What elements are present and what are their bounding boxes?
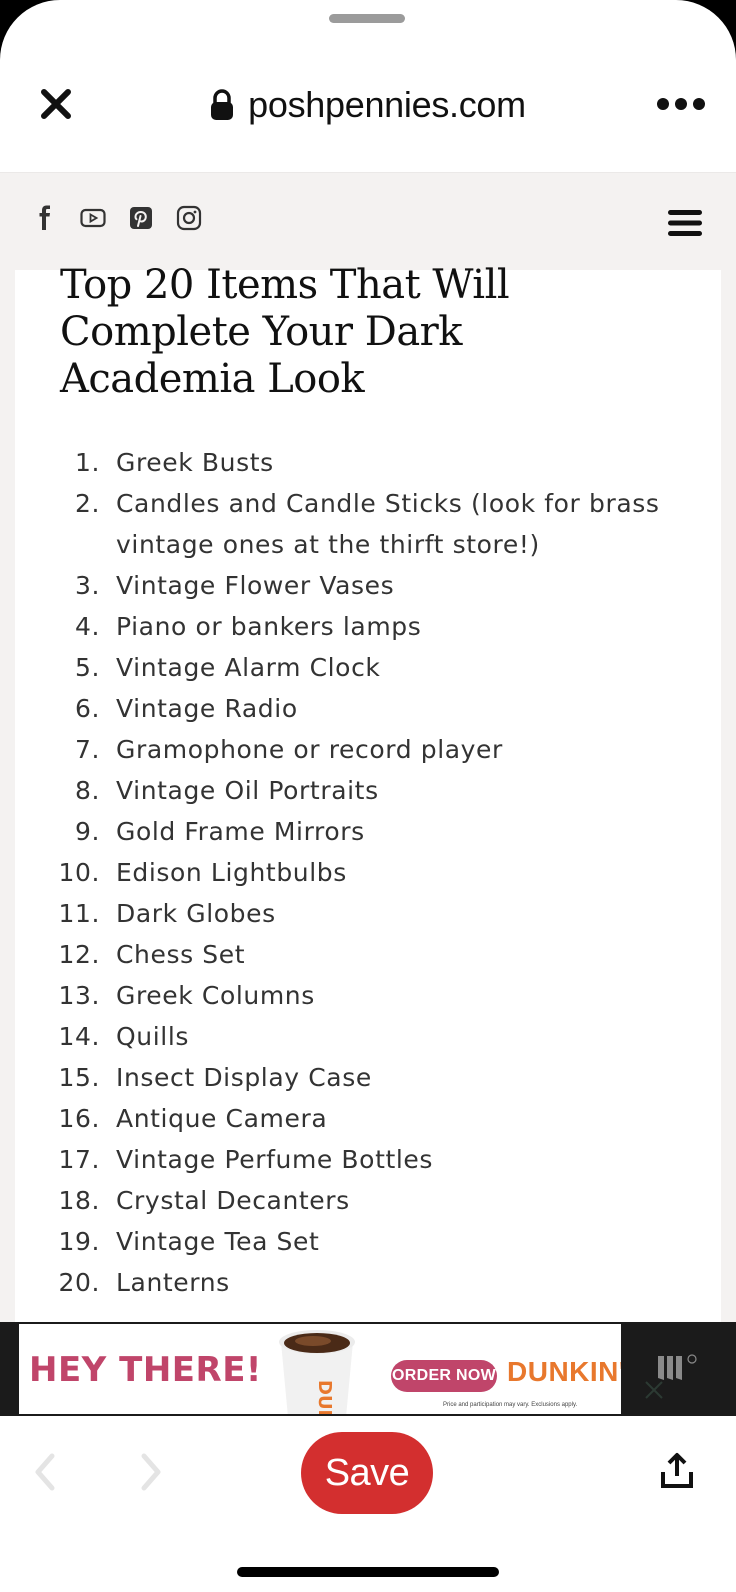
list-item-number: 20. bbox=[58, 1268, 100, 1297]
list-item: 15. Insect Display Case bbox=[50, 1057, 690, 1098]
list-item: 17. Vintage Perfume Bottles bbox=[50, 1139, 690, 1180]
lock-icon bbox=[211, 89, 234, 120]
menu-button[interactable] bbox=[668, 209, 702, 237]
list-item-text: Lanterns bbox=[116, 1268, 230, 1297]
article-title: Top 20 Items That Will Complete Your Dar… bbox=[60, 262, 510, 402]
list-item-number: 15. bbox=[58, 1063, 100, 1092]
url-bar[interactable]: poshpennies.com bbox=[0, 80, 736, 130]
share-button[interactable] bbox=[660, 1452, 694, 1490]
list-item-number: 12. bbox=[58, 940, 100, 969]
youtube-link[interactable] bbox=[80, 205, 106, 231]
ad-brand-logo: DUNKIN' bbox=[507, 1356, 621, 1387]
close-icon bbox=[645, 1381, 663, 1399]
pinterest-icon bbox=[130, 207, 152, 229]
youtube-icon bbox=[80, 208, 106, 228]
browser-sheet: poshpennies.com Top 20 Items That Will C… bbox=[0, 0, 736, 1592]
list-item-number: 5. bbox=[74, 653, 100, 682]
list-item-text: Insect Display Case bbox=[116, 1063, 372, 1092]
hamburger-menu-icon bbox=[668, 210, 702, 236]
more-options-button[interactable] bbox=[656, 92, 706, 116]
list-item-number: 9. bbox=[74, 817, 100, 846]
list-item: 16. Antique Camera bbox=[50, 1098, 690, 1139]
home-indicator[interactable] bbox=[237, 1567, 499, 1577]
url-text: poshpennies.com bbox=[248, 84, 526, 125]
list-item-number: 17. bbox=[58, 1145, 100, 1174]
instagram-icon bbox=[176, 205, 202, 231]
ad-close-button[interactable] bbox=[642, 1378, 666, 1402]
coffee-cup-image: DUN bbox=[279, 1330, 355, 1414]
ad-order-now-button[interactable]: ORDER NOW bbox=[391, 1360, 497, 1392]
list-item-number: 6. bbox=[74, 694, 100, 723]
list-item-number: 19. bbox=[58, 1227, 100, 1256]
pinterest-link[interactable] bbox=[128, 205, 154, 231]
list-item-number: 8. bbox=[74, 776, 100, 805]
list-item: 1. Greek Busts bbox=[50, 442, 690, 483]
ad-fine-print: Price and participation may vary. Exclus… bbox=[443, 1402, 578, 1408]
list-item: 8. Vintage Oil Portraits bbox=[50, 770, 690, 811]
previous-button[interactable] bbox=[30, 1450, 60, 1494]
list-item-text: Vintage Flower Vases bbox=[116, 571, 395, 600]
list-item-number: 13. bbox=[58, 981, 100, 1010]
list-item-number: 10. bbox=[58, 858, 100, 887]
list-item-text: Chess Set bbox=[116, 940, 246, 969]
list-item-text: Greek Columns bbox=[116, 981, 315, 1010]
list-item: 11. Dark Globes bbox=[50, 893, 690, 934]
list-item-number: 14. bbox=[58, 1022, 100, 1051]
list-item: 14. Quills bbox=[50, 1016, 690, 1057]
list-item: 4. Piano or bankers lamps bbox=[50, 606, 690, 647]
list-item-number: 4. bbox=[74, 612, 100, 641]
instagram-link[interactable] bbox=[176, 205, 202, 231]
list-item-number: 18. bbox=[58, 1186, 100, 1215]
list-item-number: 1. bbox=[74, 448, 100, 477]
list-item-text: Vintage Perfume Bottles bbox=[116, 1145, 434, 1174]
list-item-number: 2. bbox=[74, 489, 100, 518]
more-options-icon bbox=[657, 98, 705, 110]
list-item: 18. Crystal Decanters bbox=[50, 1180, 690, 1221]
list-item: 7. Gramophone or record player bbox=[50, 729, 690, 770]
sheet-grabber[interactable] bbox=[329, 14, 405, 23]
chevron-left-icon bbox=[35, 1453, 55, 1491]
item-list: 1. Greek Busts 2. Candles and Candle Sticks… bbox=[50, 442, 690, 1303]
facebook-link[interactable] bbox=[32, 205, 58, 231]
ad-banner[interactable]: HEY THERE! DUN ORDER NOW DUNKIN' Price a… bbox=[19, 1324, 621, 1414]
list-item-text: Edison Lightbulbs bbox=[116, 858, 347, 887]
list-item-text: Piano or bankers lamps bbox=[116, 612, 422, 641]
list-item-number: 16. bbox=[58, 1104, 100, 1133]
list-item-text: Dark Globes bbox=[116, 899, 276, 928]
list-item: 9. Gold Frame Mirrors bbox=[50, 811, 690, 852]
list-item-text: Candles and Candle Sticks (look for bras… bbox=[116, 489, 660, 559]
list-item-number: 11. bbox=[58, 899, 100, 928]
cup-brand-text: DUN bbox=[314, 1380, 335, 1414]
list-item-text: Vintage Oil Portraits bbox=[116, 776, 379, 805]
list-item: 20. Lanterns bbox=[50, 1262, 690, 1303]
list-item-text: Quills bbox=[116, 1022, 189, 1051]
list-item: 13. Greek Columns bbox=[50, 975, 690, 1016]
chevron-right-icon bbox=[141, 1453, 161, 1491]
list-item-number: 7. bbox=[74, 735, 100, 764]
list-item: 5. Vintage Alarm Clock bbox=[50, 647, 690, 688]
list-item-text: Antique Camera bbox=[116, 1104, 328, 1133]
facebook-icon bbox=[39, 205, 50, 230]
list-item: 2. Candles and Candle Sticks (look for br… bbox=[50, 483, 690, 565]
list-item-text: Crystal Decanters bbox=[116, 1186, 350, 1215]
list-item-text: Greek Busts bbox=[116, 448, 274, 477]
list-item: 3. Vintage Flower Vases bbox=[50, 565, 690, 606]
list-item-text: Vintage Radio bbox=[116, 694, 298, 723]
list-item-text: Gold Frame Mirrors bbox=[116, 817, 365, 846]
list-item-text: Vintage Alarm Clock bbox=[116, 653, 381, 682]
list-item-text: Vintage Tea Set bbox=[116, 1227, 320, 1256]
list-item-number: 3. bbox=[74, 571, 100, 600]
share-icon bbox=[661, 1453, 693, 1488]
next-button[interactable] bbox=[136, 1450, 166, 1494]
list-item-text: Gramophone or record player bbox=[116, 735, 503, 764]
social-links bbox=[32, 205, 202, 231]
list-item: 19. Vintage Tea Set bbox=[50, 1221, 690, 1262]
list-item: 6. Vintage Radio bbox=[50, 688, 690, 729]
save-button[interactable]: Save bbox=[301, 1432, 433, 1514]
list-item: 12. Chess Set bbox=[50, 934, 690, 975]
ad-headline: HEY THERE! bbox=[29, 1350, 262, 1390]
list-item: 10. Edison Lightbulbs bbox=[50, 852, 690, 893]
site-header bbox=[0, 172, 736, 270]
